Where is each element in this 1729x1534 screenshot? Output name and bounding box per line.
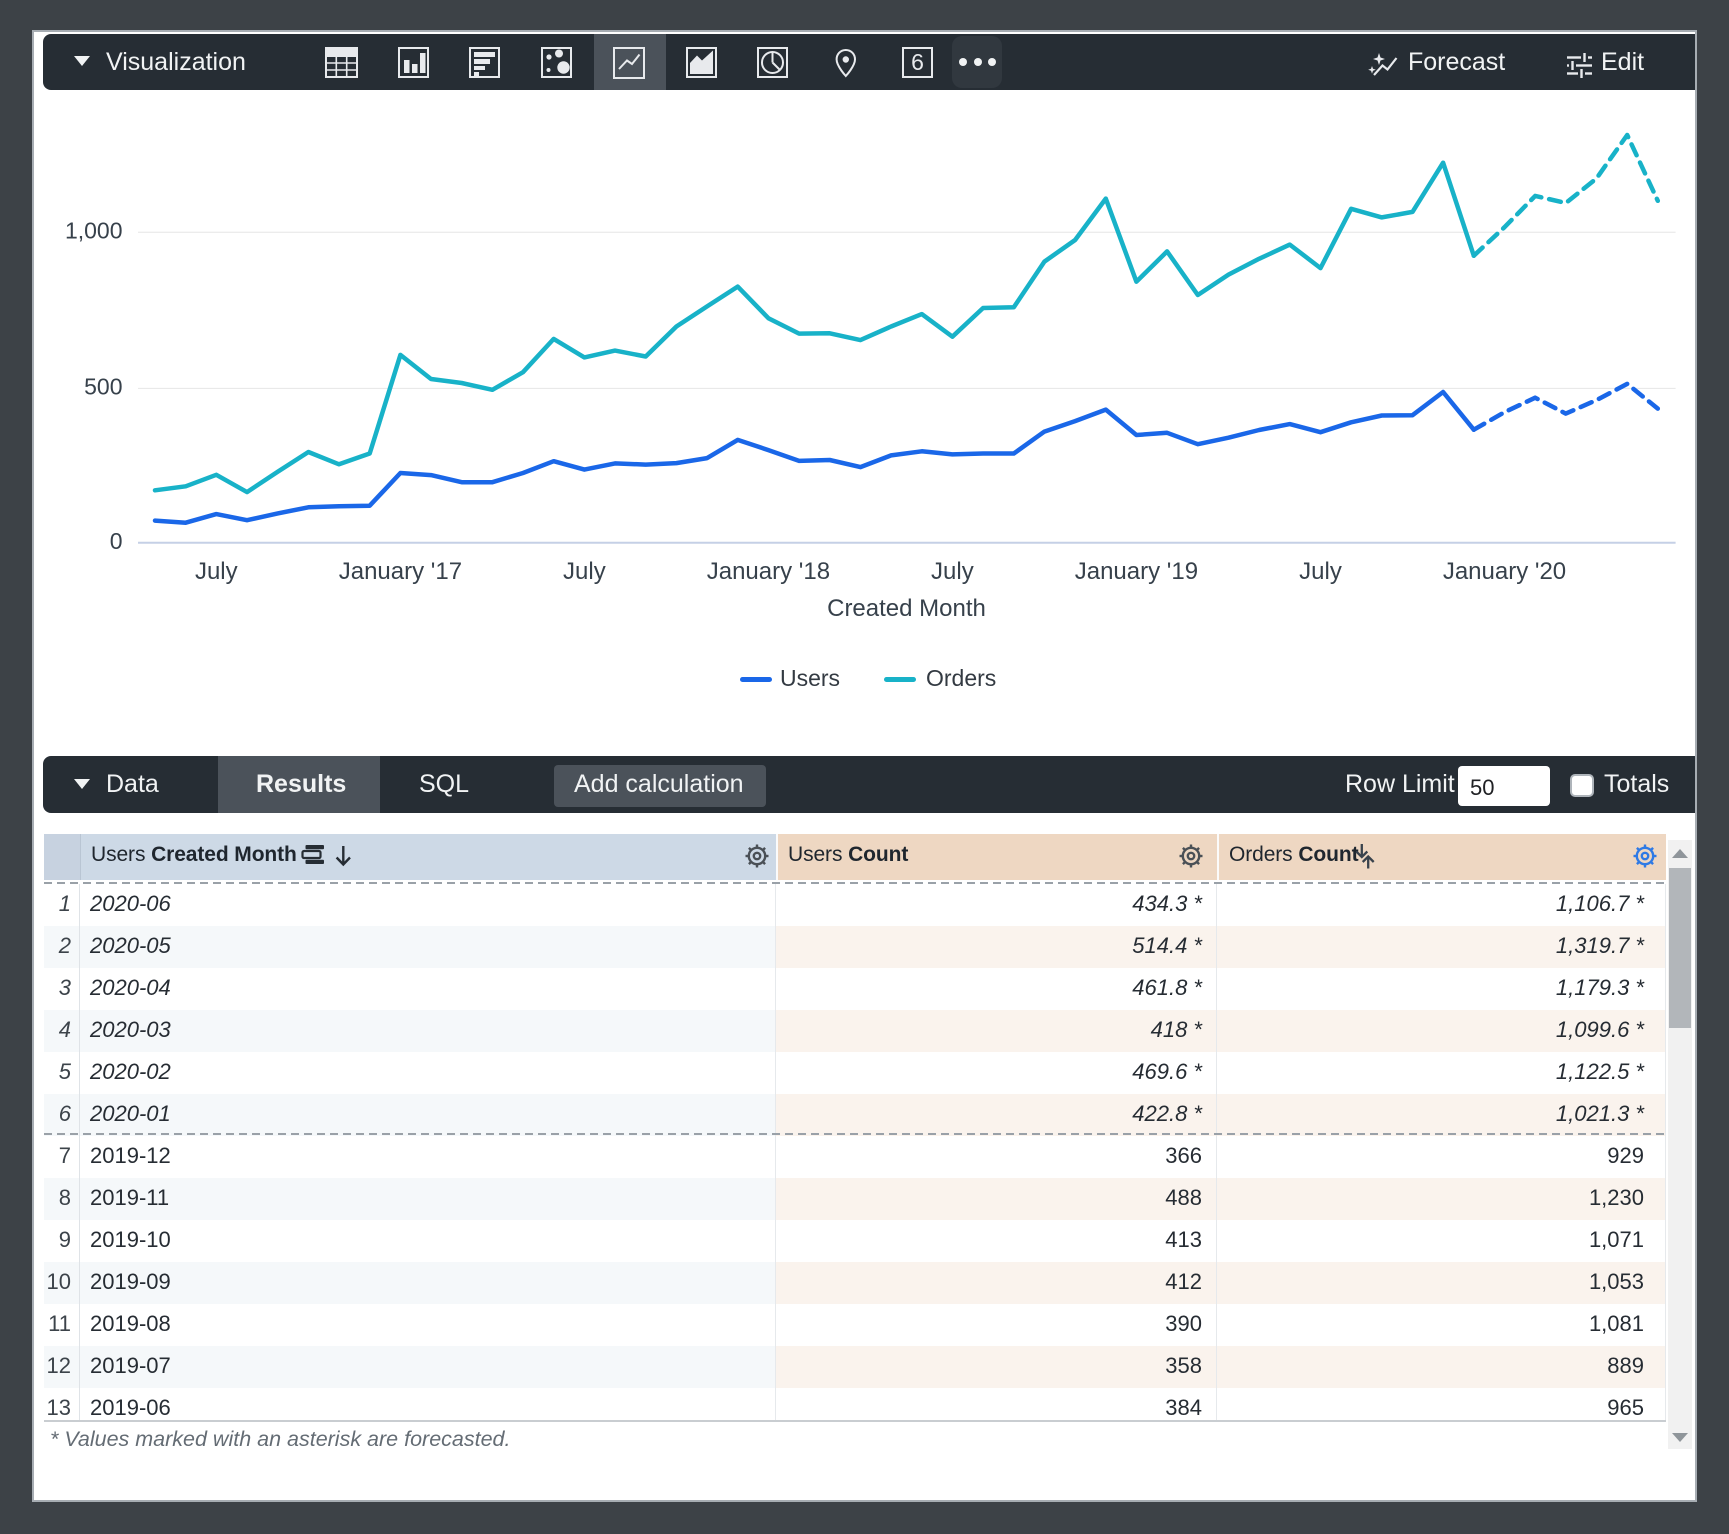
svg-text:January '18: January '18 (707, 558, 830, 585)
svg-text:July: July (1299, 558, 1342, 585)
svg-text:January '17: January '17 (339, 558, 462, 585)
svg-text:Users: Users (780, 665, 840, 691)
svg-text:January '20: January '20 (1443, 558, 1566, 585)
svg-text:January '19: January '19 (1075, 558, 1198, 585)
svg-text:July: July (931, 558, 974, 585)
svg-text:July: July (563, 558, 606, 585)
svg-text:1,000: 1,000 (65, 218, 123, 244)
svg-text:0: 0 (110, 528, 123, 554)
svg-text:500: 500 (84, 374, 122, 400)
svg-text:July: July (195, 558, 238, 585)
svg-text:Created Month: Created Month (827, 595, 986, 622)
svg-text:Orders: Orders (926, 665, 996, 691)
